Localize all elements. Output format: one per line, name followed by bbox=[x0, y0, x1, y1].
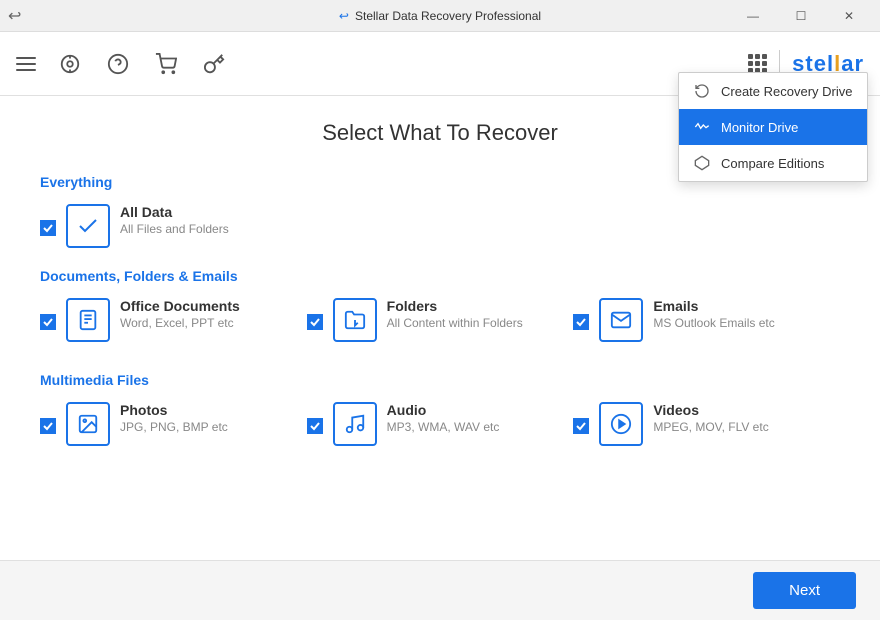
title-bar: ↩ ↩ Stellar Data Recovery Professional —… bbox=[0, 0, 880, 32]
office-docs-desc: Word, Excel, PPT etc bbox=[120, 316, 240, 330]
dropdown-menu: Create Recovery Drive Monitor Drive Comp… bbox=[678, 72, 868, 182]
photos-text: Photos JPG, PNG, BMP etc bbox=[120, 402, 228, 434]
office-docs-item: Office Documents Word, Excel, PPT etc bbox=[40, 298, 307, 342]
section-everything: Everything All Data All Files and Folder… bbox=[40, 174, 840, 248]
emails-icon bbox=[599, 298, 643, 342]
recovery-drive-icon bbox=[693, 83, 711, 99]
title-bar-center: ↩ Stellar Data Recovery Professional bbox=[339, 9, 541, 23]
dropdown-item-compare-editions[interactable]: Compare Editions bbox=[679, 145, 867, 181]
all-data-text: All Data All Files and Folders bbox=[120, 204, 229, 236]
cart-icon[interactable] bbox=[152, 50, 180, 78]
dropdown-item-monitor-drive[interactable]: Monitor Drive bbox=[679, 109, 867, 145]
folders-icon bbox=[333, 298, 377, 342]
multimedia-label: Multimedia Files bbox=[40, 372, 840, 388]
section-multimedia: Multimedia Files Photos JPG, PNG, BMP et… bbox=[40, 372, 840, 456]
audio-text: Audio MP3, WMA, WAV etc bbox=[387, 402, 500, 434]
videos-name: Videos bbox=[653, 402, 768, 418]
section-documents: Documents, Folders & Emails Office Docum… bbox=[40, 268, 840, 352]
videos-item: Videos MPEG, MOV, FLV etc bbox=[573, 402, 840, 446]
key-icon[interactable] bbox=[200, 50, 228, 78]
documents-label: Documents, Folders & Emails bbox=[40, 268, 840, 284]
compare-editions-label: Compare Editions bbox=[721, 156, 824, 171]
audio-checkbox[interactable] bbox=[307, 418, 323, 434]
close-button[interactable]: ✕ bbox=[826, 0, 872, 32]
all-data-name: All Data bbox=[120, 204, 229, 220]
emails-desc: MS Outlook Emails etc bbox=[653, 316, 774, 330]
next-button[interactable]: Next bbox=[753, 572, 856, 609]
recovery-drive-label: Create Recovery Drive bbox=[721, 84, 853, 99]
all-data-checkbox[interactable] bbox=[40, 220, 56, 236]
title-bar-left: ↩ bbox=[8, 6, 21, 26]
photos-checkbox[interactable] bbox=[40, 418, 56, 434]
all-data-icon bbox=[66, 204, 110, 248]
photos-icon bbox=[66, 402, 110, 446]
documents-grid: Office Documents Word, Excel, PPT etc Fo… bbox=[40, 298, 840, 352]
multimedia-grid: Photos JPG, PNG, BMP etc Audio bbox=[40, 402, 840, 456]
folders-name: Folders bbox=[387, 298, 523, 314]
app-title: Stellar Data Recovery Professional bbox=[355, 9, 541, 23]
app-icon-small: ↩ bbox=[339, 9, 349, 23]
photos-name: Photos bbox=[120, 402, 228, 418]
help-icon[interactable] bbox=[104, 50, 132, 78]
all-data-item: All Data All Files and Folders bbox=[40, 204, 840, 248]
folders-desc: All Content within Folders bbox=[387, 316, 523, 330]
maximize-button[interactable]: ☐ bbox=[778, 0, 824, 32]
apps-icon[interactable] bbox=[748, 54, 767, 73]
videos-icon bbox=[599, 402, 643, 446]
emails-item: Emails MS Outlook Emails etc bbox=[573, 298, 840, 342]
audio-name: Audio bbox=[387, 402, 500, 418]
compare-editions-icon bbox=[693, 155, 711, 171]
toolbar-left bbox=[16, 50, 228, 78]
emails-name: Emails bbox=[653, 298, 774, 314]
monitor-drive-label: Monitor Drive bbox=[721, 120, 798, 135]
minimize-button[interactable]: — bbox=[730, 0, 776, 32]
videos-checkbox[interactable] bbox=[573, 418, 589, 434]
office-docs-text: Office Documents Word, Excel, PPT etc bbox=[120, 298, 240, 330]
audio-desc: MP3, WMA, WAV etc bbox=[387, 420, 500, 434]
audio-icon bbox=[333, 402, 377, 446]
photos-item: Photos JPG, PNG, BMP etc bbox=[40, 402, 307, 446]
office-docs-checkbox[interactable] bbox=[40, 314, 56, 330]
videos-desc: MPEG, MOV, FLV etc bbox=[653, 420, 768, 434]
folders-checkbox[interactable] bbox=[307, 314, 323, 330]
emails-checkbox[interactable] bbox=[573, 314, 589, 330]
folders-text: Folders All Content within Folders bbox=[387, 298, 523, 330]
footer: Next bbox=[0, 560, 880, 620]
office-docs-icon bbox=[66, 298, 110, 342]
back-icon: ↩ bbox=[8, 6, 21, 26]
office-docs-name: Office Documents bbox=[120, 298, 240, 314]
emails-text: Emails MS Outlook Emails etc bbox=[653, 298, 774, 330]
title-bar-controls: — ☐ ✕ bbox=[730, 0, 872, 32]
folders-item: Folders All Content within Folders bbox=[307, 298, 574, 342]
audio-item: Audio MP3, WMA, WAV etc bbox=[307, 402, 574, 446]
monitor-icon[interactable] bbox=[56, 50, 84, 78]
all-data-desc: All Files and Folders bbox=[120, 222, 229, 236]
hamburger-icon[interactable] bbox=[16, 57, 36, 71]
monitor-drive-icon bbox=[693, 119, 711, 135]
videos-text: Videos MPEG, MOV, FLV etc bbox=[653, 402, 768, 434]
photos-desc: JPG, PNG, BMP etc bbox=[120, 420, 228, 434]
dropdown-item-recovery-drive[interactable]: Create Recovery Drive bbox=[679, 73, 867, 109]
